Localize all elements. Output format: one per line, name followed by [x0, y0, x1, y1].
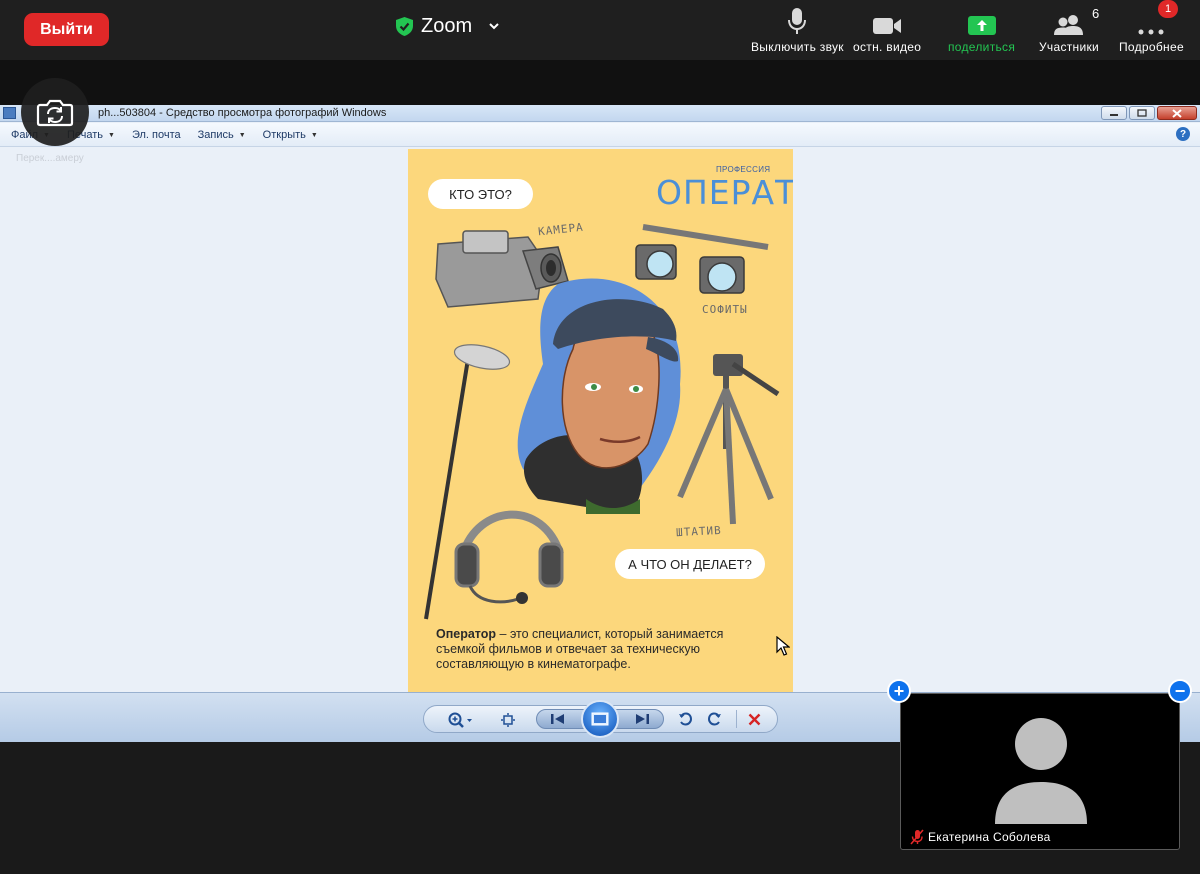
more-notification-badge: 1	[1158, 0, 1178, 18]
dropdown-arrow-icon: ▼	[238, 131, 246, 139]
participant-name: Екатерина Соболева	[928, 830, 1051, 844]
operator-portrait	[517, 278, 681, 514]
minimize-tile-button[interactable]: −	[1168, 679, 1192, 703]
more-icon	[1138, 29, 1164, 35]
slideshow-icon	[591, 712, 609, 726]
speech-bubble-who-text: КТО ЭТО?	[449, 186, 512, 202]
description-bold: Оператор	[436, 627, 497, 641]
slideshow-button[interactable]	[581, 700, 619, 738]
microphone-icon	[788, 8, 807, 34]
lights-illustration	[635, 224, 769, 294]
window-title: ph...503804 - Средство просмотра фотогра…	[98, 107, 387, 119]
participants-icon	[1054, 15, 1084, 35]
menu-burn[interactable]: Запись ▼	[198, 129, 246, 141]
maximize-icon	[1137, 109, 1147, 117]
video-camera-icon	[873, 18, 902, 34]
mute-button[interactable]: Выключить звук	[751, 6, 844, 54]
participants-button[interactable]: Участники	[1039, 6, 1099, 54]
zoom-toolbar: Выйти Zoom Выключить звук остн. видео по…	[0, 0, 1200, 60]
avatar-placeholder-icon	[995, 718, 1087, 824]
mouse-cursor-icon	[776, 636, 790, 656]
poster-illustrations	[424, 224, 780, 620]
dropdown-arrow-icon: ▼	[310, 131, 318, 139]
rotate-left-icon[interactable]	[678, 712, 692, 726]
switch-camera-button[interactable]	[21, 78, 89, 146]
participants-count: 6	[1092, 6, 1100, 21]
speech-bubble-what: А ЧТО ОН ДЕЛАЕТ?	[615, 549, 765, 579]
muted-mic-icon	[910, 829, 924, 845]
help-icon: ?	[1179, 128, 1187, 140]
app-icon	[3, 107, 16, 119]
menu-email-label: Эл. почта	[131, 129, 181, 141]
menu-bar: Файл▼ Печать▼ Эл. почта Запись▼ Открыть▼…	[0, 123, 1200, 147]
chevron-down-icon	[489, 23, 499, 30]
poster-image: КТО ЭТО? ПРОФЕССИЯ ОПЕРАТОР КАМЕРА СОФИТ…	[408, 149, 793, 692]
share-screen-icon	[967, 16, 996, 35]
menu-open[interactable]: Открыть ▼	[263, 129, 318, 141]
profession-title: ОПЕРАТОР	[656, 173, 793, 212]
switch-camera-label: Перек....амеру	[16, 153, 84, 164]
delete-icon[interactable]	[748, 713, 761, 726]
poster-description: Оператор – это специалист, который заним…	[436, 627, 766, 672]
share-label: поделиться	[948, 40, 1016, 54]
fit-icon[interactable]	[500, 713, 516, 727]
minus-icon: −	[1174, 681, 1186, 701]
window-close-button[interactable]	[1157, 106, 1197, 120]
next-icon[interactable]	[634, 713, 650, 725]
meeting-title-text: Zoom	[421, 14, 473, 37]
minimize-icon	[1110, 114, 1118, 116]
speech-bubble-what-text: А ЧТО ОН ДЕЛАЕТ?	[628, 556, 752, 572]
video-button[interactable]: остн. видео	[853, 6, 921, 54]
toolbar-divider	[736, 710, 737, 728]
meeting-title[interactable]: Zoom	[396, 12, 500, 40]
rotate-right-icon[interactable]	[708, 712, 722, 726]
leave-button[interactable]: Выйти	[24, 13, 109, 46]
share-button[interactable]: поделиться	[948, 6, 1015, 54]
maximize-button[interactable]	[1129, 106, 1155, 120]
video-label: остн. видео	[853, 40, 922, 54]
tripod-illustration	[677, 354, 780, 525]
camera-switch-icon	[36, 99, 74, 127]
plus-icon: +	[893, 681, 905, 701]
share-area-top	[0, 60, 1200, 105]
more-label: Подробнее	[1119, 40, 1184, 54]
headphones-illustration	[454, 510, 564, 604]
zoom-icon[interactable]	[448, 712, 474, 728]
minimize-button[interactable]	[1101, 106, 1127, 120]
window-titlebar: ph...503804 - Средство просмотра фотогра…	[0, 105, 1200, 122]
participants-label: Участники	[1039, 40, 1100, 54]
photo-viewer-window: ph...503804 - Средство просмотра фотогра…	[0, 105, 1200, 742]
dropdown-arrow-icon: ▼	[108, 131, 115, 139]
menu-open-label: Открыть	[262, 129, 306, 141]
menu-email[interactable]: Эл. почта	[132, 129, 181, 141]
tripod-caption: ШТАТИВ	[675, 523, 723, 540]
prev-icon[interactable]	[550, 713, 566, 725]
mute-label: Выключить звук	[751, 40, 844, 54]
help-button[interactable]: ?	[1176, 127, 1190, 141]
security-shield-icon	[396, 16, 413, 36]
participant-video-tile[interactable]: Екатерина Соболева	[900, 693, 1180, 850]
speech-bubble-who: КТО ЭТО?	[428, 179, 533, 209]
lights-caption: СОФИТЫ	[702, 303, 748, 316]
expand-tile-button[interactable]: +	[887, 679, 911, 703]
close-icon	[1172, 108, 1182, 118]
menu-burn-label: Запись	[197, 129, 234, 141]
